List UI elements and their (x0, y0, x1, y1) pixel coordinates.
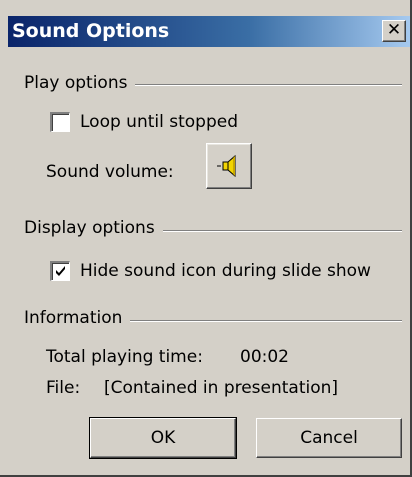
cancel-button[interactable]: Cancel (256, 418, 402, 458)
close-icon: ✕ (386, 20, 402, 40)
sound-options-dialog: Sound Options ✕ Play options Loop until … (0, 0, 412, 477)
window-title: Sound Options (12, 20, 170, 42)
speaker-icon (217, 154, 236, 178)
loop-checkbox[interactable] (50, 112, 70, 132)
play-options-heading: Play options (24, 73, 136, 93)
file-label: File: (46, 378, 81, 398)
sound-volume-button[interactable] (206, 143, 252, 189)
file-value: [Contained in presentation] (104, 378, 339, 398)
title-bar[interactable]: Sound Options ✕ (8, 16, 410, 47)
total-playing-time-value: 00:02 (240, 347, 289, 367)
hide-sound-icon-label[interactable]: Hide sound icon during slide show (80, 261, 371, 281)
loop-label[interactable]: Loop until stopped (80, 112, 238, 132)
ok-button[interactable]: OK (89, 417, 237, 459)
information-heading: Information (24, 308, 131, 328)
sound-volume-label: Sound volume: (46, 162, 174, 182)
checkmark-icon (56, 266, 65, 276)
display-options-heading: Display options (24, 218, 163, 238)
total-playing-time-label: Total playing time: (46, 347, 203, 367)
hide-sound-icon-checkbox[interactable] (50, 261, 70, 281)
close-button[interactable]: ✕ (382, 20, 406, 42)
